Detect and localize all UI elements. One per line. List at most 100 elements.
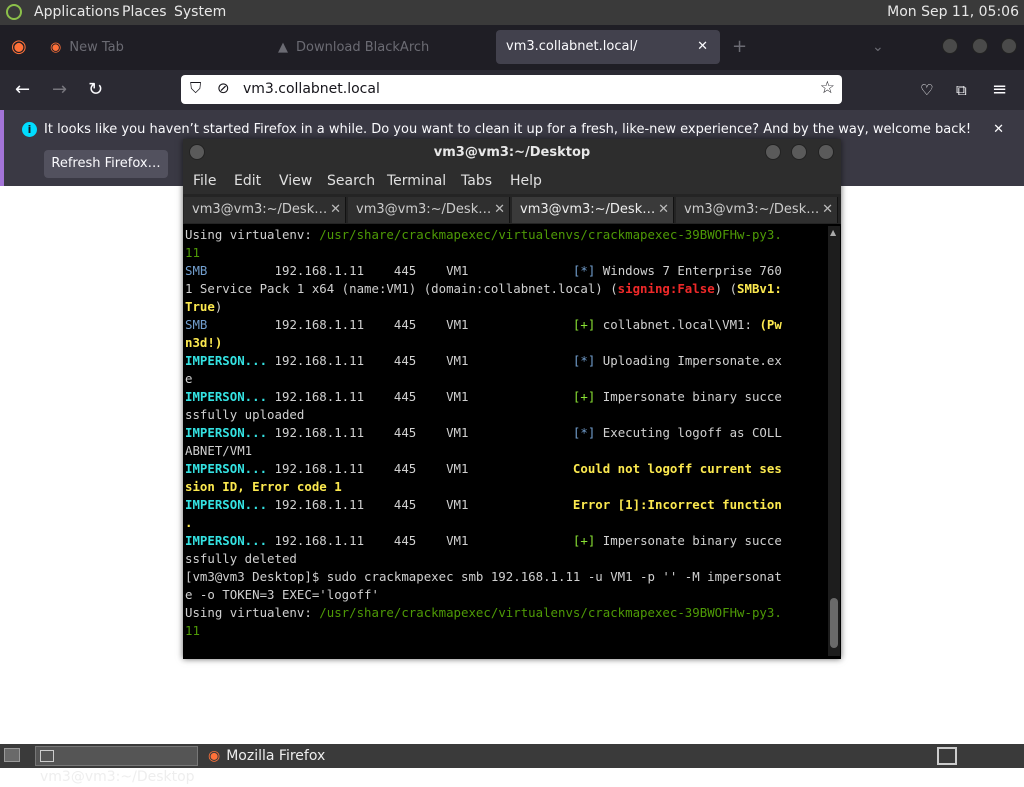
- terminal-text: Executing logoff as COLL: [595, 425, 782, 440]
- scroll-up-icon[interactable]: ▲: [830, 228, 836, 237]
- terminal-menu-tabs[interactable]: Tabs: [461, 173, 492, 189]
- list-tabs-icon[interactable]: ⌄: [872, 37, 884, 57]
- terminal-text: SMB: [185, 263, 208, 278]
- terminal-line: e -o TOKEN=3 EXEC='logoff': [185, 586, 825, 604]
- system-menu[interactable]: System: [174, 4, 226, 20]
- url-bar[interactable]: ⛉ ⊘ vm3.collabnet.local ☆: [181, 75, 842, 104]
- tab-label: Download BlackArch: [296, 40, 430, 55]
- close-tab-icon[interactable]: ✕: [330, 197, 341, 223]
- terminal-text: sion ID, Error code 1: [185, 479, 342, 494]
- reload-icon[interactable]: ↻: [88, 80, 103, 100]
- terminal-tab-3[interactable]: vm3@vm3:~/Desk… ✕: [512, 197, 674, 223]
- terminal-tab-1[interactable]: vm3@vm3:~/Desk… ✕: [184, 197, 346, 223]
- panel-clock[interactable]: Mon Sep 11, 05:06: [887, 4, 1019, 20]
- terminal-text: [+]: [572, 533, 596, 548]
- terminal-line: n3d!): [185, 334, 825, 352]
- terminal-text: 192.168.1.11 445 VM1: [267, 389, 573, 404]
- browser-tab-new-tab[interactable]: ◉ New Tab: [50, 33, 260, 63]
- tab-label: New Tab: [69, 40, 124, 55]
- close-tab-icon[interactable]: ✕: [697, 30, 708, 64]
- minimize-window-icon[interactable]: [942, 38, 958, 54]
- terminal-icon: [40, 750, 54, 762]
- terminal-menu-view[interactable]: View: [279, 173, 312, 189]
- firefox-favicon-icon: ◉: [50, 40, 62, 55]
- browser-tab-download-blackarch[interactable]: ▲ Download BlackArch: [278, 33, 488, 63]
- terminal-menu-terminal[interactable]: Terminal: [387, 173, 446, 189]
- shield-icon[interactable]: ⛉: [190, 79, 201, 97]
- pocket-icon[interactable]: ♡: [920, 80, 933, 100]
- terminal-text: 192.168.1.11 445 VM1: [207, 263, 573, 278]
- taskbar-item-firefox[interactable]: ◉ Mozilla Firefox: [206, 746, 388, 766]
- terminal-line: 11: [185, 244, 825, 262]
- browser-tab-vm3[interactable]: vm3.collabnet.local/ ✕: [496, 30, 720, 64]
- terminal-tab-2[interactable]: vm3@vm3:~/Desk… ✕: [348, 197, 510, 223]
- top-panel: Applications Places System Mon Sep 11, 0…: [0, 0, 1024, 25]
- maximize-window-icon[interactable]: [972, 38, 988, 54]
- terminal-text: n3d!): [185, 335, 223, 350]
- distro-logo-icon[interactable]: [6, 4, 22, 20]
- terminal-minimize-icon[interactable]: [765, 144, 781, 160]
- page-info-icon[interactable]: ⊘: [217, 79, 230, 97]
- terminal-scrollbar[interactable]: ▲: [828, 226, 840, 656]
- menu-icon[interactable]: ≡: [992, 80, 1007, 100]
- terminal-text: collabnet.local\VM1:: [595, 317, 760, 332]
- back-icon[interactable]: ←: [15, 80, 30, 100]
- terminal-text: 1 Service Pack 1 x64 (name:VM1) (domain:…: [185, 281, 618, 296]
- new-tab-icon[interactable]: +: [732, 37, 747, 57]
- terminal-tab-4[interactable]: vm3@vm3:~/Desk… ✕: [676, 197, 838, 223]
- terminal-line: IMPERSON... 192.168.1.11 445 VM1 Error […: [185, 496, 825, 514]
- terminal-line: IMPERSON... 192.168.1.11 445 VM1 [*] Upl…: [185, 352, 825, 370]
- terminal-window: vm3@vm3:~/Desktop File Edit View Search …: [183, 139, 841, 659]
- close-tab-icon[interactable]: ✕: [494, 197, 505, 223]
- applications-menu[interactable]: Applications: [34, 4, 120, 20]
- terminal-menu-help[interactable]: Help: [510, 173, 542, 189]
- terminal-text: [*]: [572, 263, 596, 278]
- extensions-icon[interactable]: ⧉: [956, 80, 967, 100]
- terminal-line: ABNET/VM1: [185, 442, 825, 460]
- terminal-menu-edit[interactable]: Edit: [234, 173, 261, 189]
- terminal-text: [*]: [572, 425, 596, 440]
- show-desktop-icon[interactable]: [4, 748, 20, 762]
- terminal-tab-label: vm3@vm3:~/Desk…: [356, 202, 492, 217]
- terminal-output[interactable]: Using virtualenv: /usr/share/crackmapexe…: [185, 226, 825, 656]
- workspace-switcher-icon[interactable]: [937, 747, 957, 765]
- terminal-line: Using virtualenv: /usr/share/crackmapexe…: [185, 604, 825, 622]
- terminal-text: [vm3@vm3 Desktop]$ sudo crackmapexec smb…: [185, 569, 782, 584]
- terminal-line: SMB 192.168.1.11 445 VM1 [+] collabnet.l…: [185, 316, 825, 334]
- scrollbar-thumb[interactable]: [830, 598, 838, 648]
- terminal-line: IMPERSON... 192.168.1.11 445 VM1 [*] Exe…: [185, 424, 825, 442]
- refresh-firefox-button[interactable]: Refresh Firefox…: [44, 150, 168, 178]
- close-window-icon[interactable]: [1001, 38, 1017, 54]
- terminal-text: e -o TOKEN=3 EXEC='logoff': [185, 587, 379, 602]
- bookmark-star-icon[interactable]: ☆: [820, 78, 835, 98]
- notice-text: It looks like you haven’t started Firefo…: [44, 122, 972, 137]
- terminal-text: /usr/share/crackmapexec/virtualenvs/crac…: [319, 227, 782, 242]
- close-notice-icon[interactable]: ✕: [993, 122, 1004, 137]
- terminal-text: ABNET/VM1: [185, 443, 253, 458]
- terminal-menu-search[interactable]: Search: [327, 173, 375, 189]
- terminal-line: ssfully deleted: [185, 550, 825, 568]
- firefox-view-icon[interactable]: ◉: [11, 37, 27, 57]
- terminal-text: SMB: [185, 317, 208, 332]
- forward-icon[interactable]: →: [52, 80, 67, 100]
- terminal-menu-file[interactable]: File: [193, 173, 216, 189]
- browser-tab-bar: ◉ ◉ New Tab ▲ Download BlackArch vm3.colla…: [0, 25, 1024, 70]
- terminal-titlebar[interactable]: vm3@vm3:~/Desktop: [183, 139, 841, 167]
- terminal-text: Windows 7 Enterprise 760: [595, 263, 782, 278]
- close-tab-icon[interactable]: ✕: [658, 197, 669, 223]
- terminal-close-icon[interactable]: [818, 144, 834, 160]
- places-menu[interactable]: Places: [122, 4, 167, 20]
- terminal-tab-label: vm3@vm3:~/Desk…: [192, 202, 328, 217]
- taskbar-item-terminal[interactable]: vm3@vm3:~/Desktop: [35, 746, 198, 785]
- terminal-menubar: File Edit View Search Terminal Tabs Help: [183, 167, 841, 194]
- terminal-line: SMB 192.168.1.11 445 VM1 [*] Windows 7 E…: [185, 262, 825, 280]
- terminal-line: sion ID, Error code 1: [185, 478, 825, 496]
- terminal-line: ssfully uploaded: [185, 406, 825, 424]
- terminal-line: Using virtualenv: /usr/share/crackmapexe…: [185, 226, 825, 244]
- terminal-text: Impersonate binary succe: [595, 389, 782, 404]
- terminal-maximize-icon[interactable]: [791, 144, 807, 160]
- close-tab-icon[interactable]: ✕: [822, 197, 833, 223]
- url-text[interactable]: vm3.collabnet.local: [243, 81, 380, 97]
- terminal-text: [+]: [572, 317, 596, 332]
- terminal-text: [*]: [572, 353, 596, 368]
